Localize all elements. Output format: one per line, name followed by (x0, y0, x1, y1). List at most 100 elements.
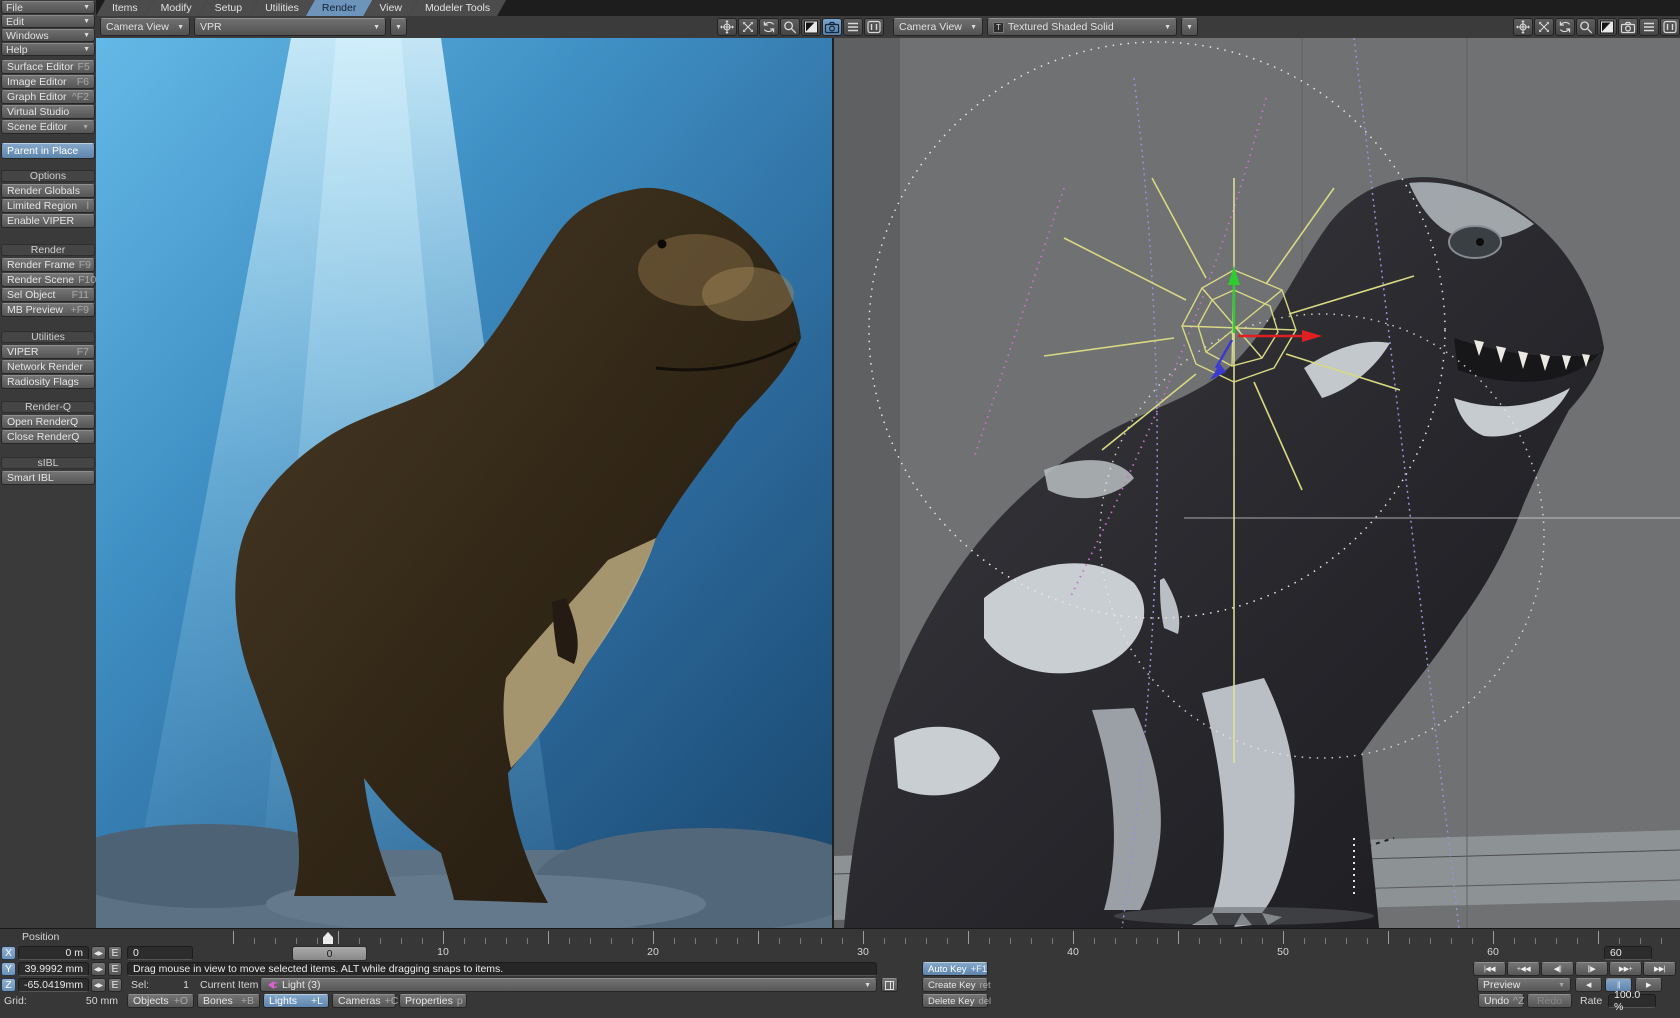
frame-icon[interactable] (864, 18, 884, 36)
play-reverse-button[interactable]: ◀ (1575, 978, 1602, 992)
right-render-mode-dropdown[interactable]: TTextured Shaded Solid▼ (987, 18, 1177, 36)
auto-key-button[interactable]: Auto Key+F1 (922, 962, 988, 976)
sidebar-button-render-scene[interactable]: Render SceneF10 (1, 273, 95, 287)
sidebar-button-limited-region[interactable]: Limited Regionl (1, 199, 95, 213)
previous-key-button[interactable]: +◀◀ (1507, 962, 1540, 976)
end-frame-field[interactable]: 60 (1604, 946, 1652, 960)
sidebar-button-render-frame[interactable]: Render FrameF9 (1, 258, 95, 272)
sidebar-button-close-renderq[interactable]: Close RenderQ (1, 430, 95, 444)
viewport-right-shaded[interactable] (832, 38, 1680, 928)
sidebar-button-sel-object[interactable]: Sel ObjectF11 (1, 288, 95, 302)
button-label: Sel Object (7, 289, 55, 301)
sidebar-button-mb-preview[interactable]: MB Preview+F9 (1, 303, 95, 317)
undo-button[interactable]: Undo^Z (1478, 994, 1524, 1008)
section-header-render: Render (1, 244, 95, 256)
button-lights[interactable]: Lights+L (263, 994, 329, 1008)
camera-toggle-icon[interactable] (1618, 18, 1638, 36)
list-icon[interactable] (843, 18, 863, 36)
sidebar-button-parent-in-place[interactable]: Parent in Place (1, 143, 95, 159)
frame-marker-pin[interactable] (323, 932, 333, 944)
x-envelope-button[interactable]: E (108, 946, 122, 960)
ruler-number: 10 (428, 946, 458, 958)
y-envelope-button[interactable]: E (108, 962, 122, 976)
jump-to-start-button[interactable]: |◀◀ (1473, 962, 1506, 976)
pan-icon[interactable] (717, 18, 737, 36)
zoom-icon[interactable] (780, 18, 800, 36)
expand-viewport-icon[interactable] (801, 18, 821, 36)
menu-edit[interactable]: Edit▼ (1, 15, 95, 28)
previous-frame-button[interactable]: ◀|| (1541, 962, 1574, 976)
tab-view[interactable]: View (363, 0, 418, 16)
sidebar-button-smart-ibl[interactable]: Smart IBL (1, 471, 95, 485)
button-label: Lights (269, 995, 297, 1007)
x-value-field[interactable]: 0 m (18, 946, 89, 960)
left-view-mode-dropdown[interactable]: Camera View▼ (100, 18, 190, 36)
sidebar-button-viper[interactable]: VIPERF7 (1, 345, 95, 359)
expand-viewport-icon[interactable] (1597, 18, 1617, 36)
next-key-button[interactable]: ▶▶+ (1609, 962, 1642, 976)
tab-modify[interactable]: Modify (145, 0, 208, 16)
sidebar-button-graph-editor[interactable]: Graph Editor^F2 (1, 90, 95, 104)
chevron-down-icon: ▼ (83, 4, 90, 11)
tab-render[interactable]: Render (306, 0, 372, 16)
sidebar-button-virtual-studio[interactable]: Virtual Studio (1, 105, 95, 119)
z-value-field[interactable]: -65.0419mm (18, 978, 89, 992)
tab-utilities[interactable]: Utilities (249, 0, 315, 16)
right-viewport-options-dropdown[interactable]: ▼ (1181, 18, 1198, 36)
next-frame-button[interactable]: ||▶ (1575, 962, 1608, 976)
menu-windows[interactable]: Windows▼ (1, 29, 95, 42)
right-view-mode-dropdown[interactable]: Camera View▼ (893, 18, 983, 36)
preview-dropdown[interactable]: Preview▼ (1477, 978, 1571, 992)
sidebar-button-open-renderq[interactable]: Open RenderQ (1, 415, 95, 429)
redo-button[interactable]: Redo (1527, 994, 1572, 1008)
z-axis-button[interactable]: Z (1, 978, 16, 992)
section-title: Render-Q (25, 401, 71, 413)
list-icon[interactable] (1639, 18, 1659, 36)
x-spinner[interactable]: ◀▶ (91, 946, 106, 960)
timeline-handle[interactable]: 0 (292, 946, 367, 961)
zoom-icon[interactable] (1576, 18, 1596, 36)
button-cameras[interactable]: Cameras+C (332, 994, 396, 1008)
button-objects[interactable]: Objects+O (127, 994, 194, 1008)
sidebar-button-image-editor[interactable]: Image EditorF6 (1, 75, 95, 89)
jump-to-end-button[interactable]: ▶▶| (1643, 962, 1676, 976)
tab-items[interactable]: Items (96, 0, 154, 16)
create-key-button[interactable]: Create Keyret (922, 978, 988, 992)
item-list-panel-button[interactable] (881, 978, 898, 992)
tab-modeler-tools[interactable]: Modeler Tools (409, 0, 506, 16)
rotate-icon[interactable] (759, 18, 779, 36)
lightwave-layout-window: File▼ Edit▼ Windows▼ Help▼ Items Modify … (0, 0, 1680, 1018)
sidebar-button-enable-viper[interactable]: Enable VIPER (1, 214, 95, 228)
status-hint: Drag mouse in view to move selected item… (127, 962, 877, 976)
sidebar-button-render-globals[interactable]: Render Globals (1, 184, 95, 198)
pan-icon[interactable] (1513, 18, 1533, 36)
x-axis-button[interactable]: X (1, 946, 16, 960)
button-properties[interactable]: Propertiesp (399, 994, 467, 1008)
y-spinner[interactable]: ◀▶ (91, 962, 106, 976)
viewport-titlebar: Camera View▼ VPR▼ ▼ Camera View▼ TTextur… (96, 16, 1680, 38)
start-frame-field[interactable]: 0 (127, 946, 193, 960)
rate-field[interactable]: 100.0 % (1608, 994, 1656, 1008)
current-item-dropdown[interactable]: Light (3) ▼ (260, 978, 877, 992)
dolly-icon[interactable] (1534, 18, 1554, 36)
y-value-field[interactable]: 39.9992 mm (18, 962, 89, 976)
z-spinner[interactable]: ◀▶ (91, 978, 106, 992)
sidebar-button-network-render[interactable]: Network Render (1, 360, 95, 374)
sidebar-button-surface-editor[interactable]: Surface EditorF5 (1, 60, 95, 74)
sidebar-button-scene-editor[interactable]: Scene Editor▼ (1, 120, 95, 134)
camera-toggle-icon[interactable] (822, 18, 842, 36)
menu-file[interactable]: File▼ (1, 1, 95, 14)
sidebar-button-radiosity-flags[interactable]: Radiosity Flags (1, 375, 95, 389)
frame-icon[interactable] (1660, 18, 1680, 36)
z-envelope-button[interactable]: E (108, 978, 122, 992)
delete-key-button[interactable]: Delete Keydel (922, 994, 988, 1008)
left-render-mode-dropdown[interactable]: VPR▼ (194, 18, 386, 36)
button-bones[interactable]: Bones+B (197, 994, 260, 1008)
y-axis-button[interactable]: Y (1, 962, 16, 976)
menu-help[interactable]: Help▼ (1, 43, 95, 56)
viewport-left-vpr[interactable] (96, 38, 832, 928)
rotate-icon[interactable] (1555, 18, 1575, 36)
tab-setup[interactable]: Setup (199, 0, 258, 16)
left-viewport-options-dropdown[interactable]: ▼ (390, 18, 407, 36)
dolly-icon[interactable] (738, 18, 758, 36)
